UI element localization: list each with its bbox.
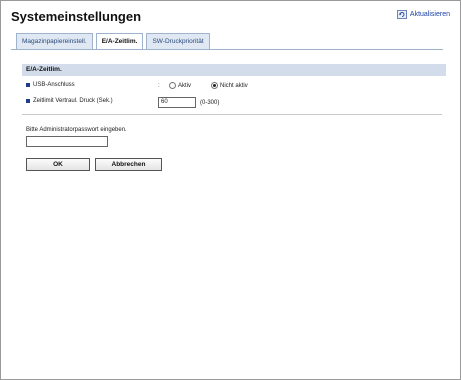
settings-panel: Systemeinstellungen Aktualisieren Magazi… (0, 0, 461, 380)
ok-button[interactable]: OK (26, 158, 90, 171)
page-title: Systemeinstellungen (11, 9, 142, 24)
usb-option-aktiv-label: Aktiv (178, 82, 192, 89)
divider (22, 114, 442, 115)
usb-colon: : (158, 83, 160, 89)
usb-option-nicht-aktiv-label: Nicht aktiv (220, 82, 248, 89)
timeout-row: Zeitlimit Vertraul. Druck (Sek.) (26, 98, 113, 104)
usb-option-nicht-aktiv[interactable]: Nicht aktiv (211, 82, 248, 89)
timeout-label: Zeitlimit Vertraul. Druck (Sek.) (33, 98, 113, 104)
usb-option-aktiv[interactable]: Aktiv (169, 82, 191, 89)
password-input[interactable] (26, 136, 108, 147)
radio-on-icon (211, 82, 219, 89)
bullet-icon (26, 83, 30, 87)
cancel-button[interactable]: Abbrechen (95, 158, 162, 171)
refresh-link[interactable]: Aktualisieren (397, 10, 450, 19)
usb-row: USB-Anschluss (26, 82, 75, 88)
tab-magazinpapier[interactable]: Magazinpapiereinstell. (16, 33, 93, 50)
tab-ea-zeitlim[interactable]: E/A-Zeitlim. (95, 33, 144, 50)
radio-off-icon (169, 82, 176, 89)
refresh-label: Aktualisieren (409, 11, 450, 18)
tab-bar: Magazinpapiereinstell. E/A-Zeitlim. SW-D… (16, 33, 210, 50)
refresh-icon (397, 10, 407, 19)
section-header: E/A-Zeitlim. (22, 64, 446, 76)
timeout-range: (0-300) (200, 99, 220, 106)
tab-sw-druckprioritaet[interactable]: SW-Druckpriorität (146, 33, 210, 50)
usb-options: Aktiv Nicht aktiv (169, 82, 262, 89)
usb-label: USB-Anschluss (33, 82, 75, 88)
tab-underline (11, 49, 443, 50)
bullet-icon (26, 99, 30, 103)
password-prompt: Bitte Administratorpasswort eingeben. (26, 127, 127, 133)
timeout-field-row: 60 (0-300) (158, 97, 219, 108)
timeout-input[interactable]: 60 (158, 97, 196, 108)
